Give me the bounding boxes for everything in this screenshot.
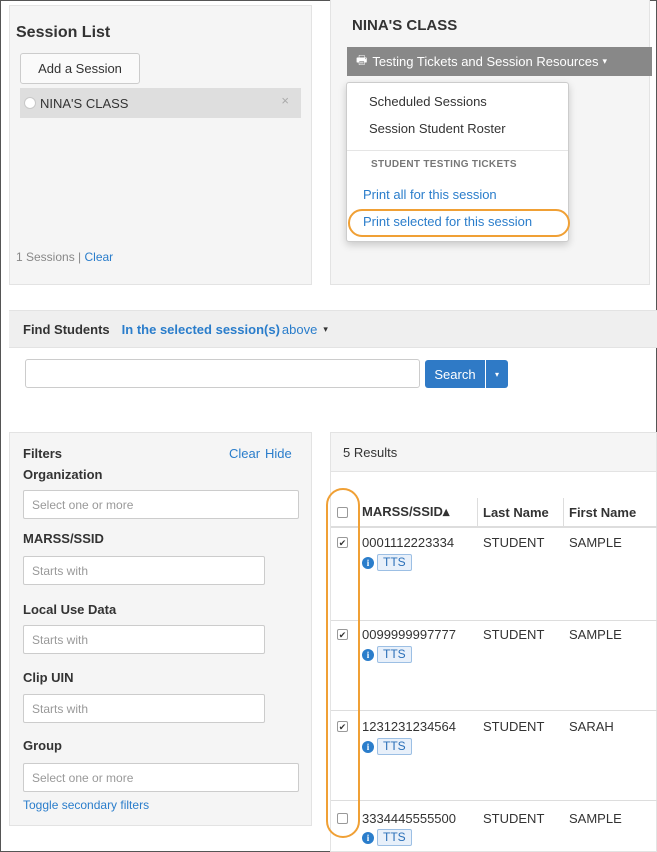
session-list-item[interactable]: NINA'S CLASS × [20, 88, 301, 118]
search-button[interactable]: Search [425, 360, 485, 388]
session-count: 1 Sessions | Clear [16, 250, 113, 264]
local-use-field[interactable]: Starts with [23, 625, 265, 654]
organization-select[interactable]: Select one or more [23, 490, 299, 519]
resources-button-label: Testing Tickets and Session Resources [372, 54, 599, 69]
table-cell-last-name: STUDENT [483, 627, 545, 642]
find-students-label: Find Students [23, 321, 110, 337]
find-scope-dropdown[interactable]: In the selected session(s) [122, 322, 280, 337]
toggle-secondary-filters-link[interactable]: Toggle secondary filters [23, 798, 149, 812]
tts-badge[interactable]: TTS [377, 738, 412, 755]
tts-badge[interactable]: TTS [377, 829, 412, 846]
info-icon[interactable]: i [362, 557, 374, 569]
tts-badge[interactable]: TTS [377, 646, 412, 663]
table-cell-first-name: SAMPLE [569, 627, 622, 642]
column-header-first-name[interactable]: First Name [569, 498, 636, 526]
marss-label: MARSS/SSID [23, 531, 104, 546]
column-divider [563, 498, 564, 526]
table-cell-first-name: SAMPLE [569, 811, 622, 826]
table-cell-marss: 3334445555500 [362, 811, 456, 826]
results-panel [330, 432, 657, 852]
add-session-button[interactable]: Add a Session [20, 53, 140, 84]
table-cell-marss: 1231231234564 [362, 719, 456, 734]
group-label: Group [23, 738, 62, 753]
table-cell-first-name: SARAH [569, 719, 614, 734]
printer-icon: 🖶 [356, 53, 368, 67]
chevron-down-icon: ▾ [602, 56, 608, 66]
chevron-down-icon[interactable]: ▾ [323, 324, 328, 335]
table-cell-marss: 0001112223334 [362, 535, 455, 550]
session-title: NINA'S CLASS [352, 17, 458, 34]
group-select[interactable]: Select one or more [23, 763, 299, 792]
filters-clear-link[interactable]: Clear [229, 446, 260, 461]
testing-tickets-dropdown-button[interactable]: 🖶 Testing Tickets and Session Resources … [347, 47, 652, 76]
filters-hide-link[interactable]: Hide [265, 446, 292, 461]
row-divider [331, 800, 657, 801]
search-options-toggle[interactable]: ▾ [486, 360, 508, 388]
table-cell-first-name: SAMPLE [569, 535, 622, 550]
column-header-marss[interactable]: MARSS/SSID▴ [362, 498, 449, 526]
info-icon[interactable]: i [362, 832, 374, 844]
find-scope-tail[interactable]: above [282, 322, 317, 337]
search-input[interactable] [25, 359, 420, 388]
results-count: 5 Results [330, 432, 657, 472]
session-list-panel [9, 5, 312, 285]
session-item-label: NINA'S CLASS [40, 95, 129, 111]
table-cell-marss: 0099999997777 [362, 627, 456, 642]
table-cell-last-name: STUDENT [483, 535, 545, 550]
session-count-text: 1 Sessions | [16, 250, 82, 264]
annotation-highlight-oval [348, 209, 570, 237]
table-cell-last-name: STUDENT [483, 811, 545, 826]
session-list-title: Session List [16, 24, 111, 41]
menu-item-scheduled-sessions[interactable]: Scheduled Sessions [369, 94, 487, 109]
menu-section-header: STUDENT TESTING TICKETS [371, 159, 517, 170]
clear-sessions-link[interactable]: Clear [85, 250, 114, 264]
menu-item-session-roster[interactable]: Session Student Roster [369, 121, 506, 136]
row-divider [331, 620, 657, 621]
close-icon[interactable]: × [281, 93, 289, 108]
menu-item-print-all[interactable]: Print all for this session [363, 187, 497, 202]
menu-divider [347, 150, 568, 151]
session-radio[interactable] [24, 97, 36, 109]
header-divider [331, 526, 657, 528]
annotation-checkbox-oval [326, 488, 360, 838]
find-students-bar: Find Students In the selected session(s)… [9, 310, 657, 348]
row-divider [331, 710, 657, 711]
marss-ssid-field[interactable]: Starts with [23, 556, 265, 585]
info-icon[interactable]: i [362, 741, 374, 753]
local-use-label: Local Use Data [23, 602, 117, 617]
column-divider [477, 498, 478, 526]
info-icon[interactable]: i [362, 649, 374, 661]
clip-uin-field[interactable]: Starts with [23, 694, 265, 723]
table-cell-last-name: STUDENT [483, 719, 545, 734]
organization-label: Organization [23, 467, 103, 482]
clip-uin-label: Clip UIN [23, 670, 74, 685]
tts-badge[interactable]: TTS [377, 554, 412, 571]
filters-title: Filters [23, 446, 63, 461]
column-header-last-name[interactable]: Last Name [483, 498, 549, 526]
